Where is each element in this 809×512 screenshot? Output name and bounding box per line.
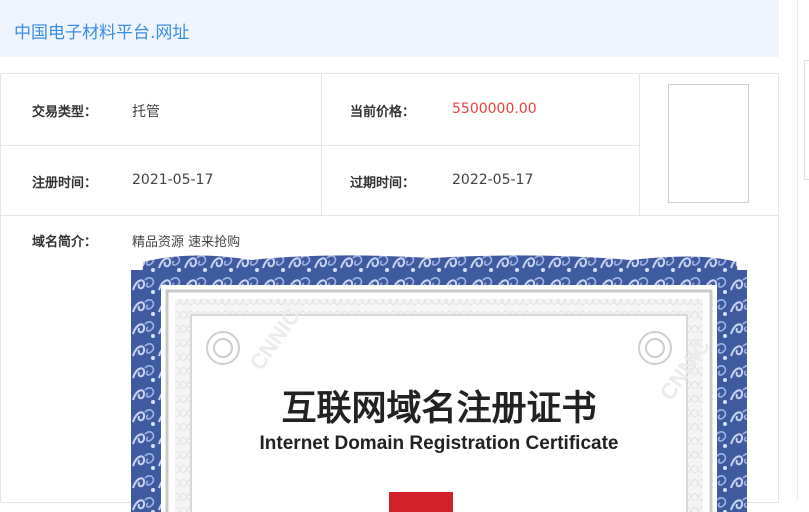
right-sidebar [797, 0, 809, 499]
exp-date-label: 过期时间： [350, 176, 416, 191]
header-bar: 中国电子材料平台.网址 [0, 0, 779, 57]
column-divider [321, 74, 322, 215]
certificate-title-en: Internet Domain Registration Certificate [260, 433, 619, 454]
price-value: 5500000.00 [452, 101, 537, 117]
certificate-image: CNNIC CNNIC 互联网域名注册证书 Internet Domain Re… [131, 252, 747, 512]
price-label: 当前价格： [350, 105, 416, 120]
intro-value: 精品资源 速来抢购 [132, 235, 241, 250]
certificate-frame: CNNIC CNNIC 互联网域名注册证书 Internet Domain Re… [131, 255, 747, 512]
reg-date-value: 2021-05-17 [132, 172, 214, 188]
trade-type-label: 交易类型： [32, 105, 98, 120]
site-title[interactable]: 中国电子材料平台.网址 [14, 18, 189, 43]
exp-date-value: 2022-05-17 [452, 172, 534, 188]
registrar-logo [389, 492, 453, 512]
certificate-title-cn: 互联网域名注册证书 [281, 389, 596, 429]
intro-label: 域名简介： [32, 235, 98, 250]
column-divider [639, 74, 640, 215]
domain-thumbnail[interactable] [668, 84, 749, 203]
reg-date-label: 注册时间： [32, 176, 98, 191]
trade-type-value: 托管 [132, 104, 160, 120]
sidebar-panel-edge [804, 60, 809, 180]
row-divider [1, 215, 778, 216]
